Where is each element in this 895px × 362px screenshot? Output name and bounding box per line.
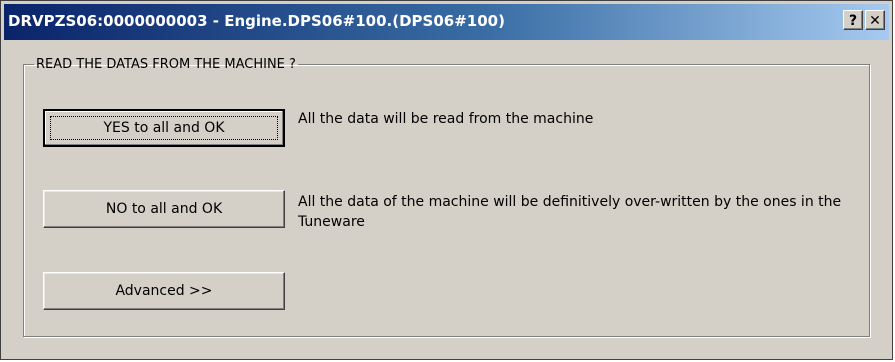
advanced-label: Advanced >> xyxy=(115,283,213,299)
yes-to-all-label: YES to all and OK xyxy=(103,120,225,136)
close-button[interactable]: ✕ xyxy=(865,10,885,30)
close-icon: ✕ xyxy=(869,13,881,29)
help-button[interactable]: ? xyxy=(843,10,863,30)
group-legend: READ THE DATAS FROM THE MACHINE ? xyxy=(36,57,296,72)
title-bar[interactable]: DRVPZS06:0000000003 - Engine.DPS06#100.(… xyxy=(4,4,889,40)
yes-to-all-button[interactable]: YES to all and OK xyxy=(43,109,285,147)
dialog-window: DRVPZS06:0000000003 - Engine.DPS06#100.(… xyxy=(0,0,893,360)
no-description: All the data of the machine will be defi… xyxy=(298,194,842,230)
advanced-button[interactable]: Advanced >> xyxy=(43,272,285,310)
no-to-all-button[interactable]: NO to all and OK xyxy=(43,190,285,228)
no-to-all-label: NO to all and OK xyxy=(105,201,223,217)
question-icon: ? xyxy=(848,13,858,29)
window-title: DRVPZS06:0000000003 - Engine.DPS06#100.(… xyxy=(8,12,505,30)
yes-description: All the data will be read from the machi… xyxy=(298,111,594,127)
